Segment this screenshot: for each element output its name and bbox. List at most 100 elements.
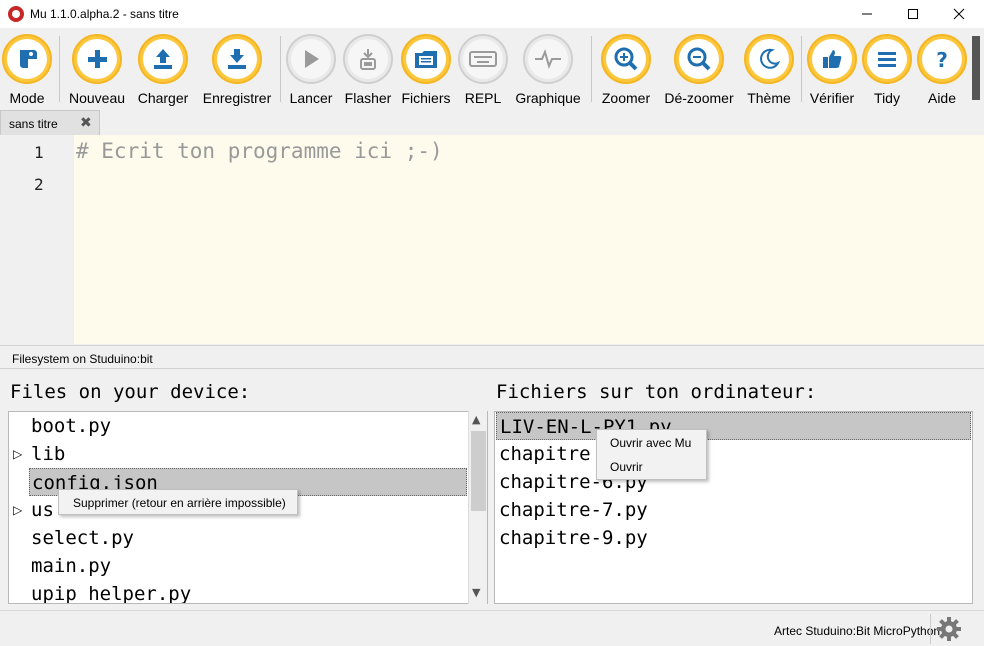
list-item[interactable]: main.py [31, 552, 111, 580]
list-item[interactable]: lib [31, 440, 65, 468]
line-number: 1 [34, 143, 44, 162]
zoom-out-icon [687, 47, 711, 71]
dezoomer-button[interactable]: Dé-zoomer [664, 34, 734, 106]
computer-file-list[interactable]: LIV-EN-L-PY1.py chapitre chapitre-6.py c… [494, 411, 973, 604]
charger-label: Charger [137, 90, 189, 106]
flasher-label: Flasher [344, 90, 392, 106]
moon-icon [760, 48, 781, 69]
file-name: main.py [31, 555, 112, 577]
lancer-label: Lancer [289, 90, 333, 106]
filesystem-pane-header: Filesystem on Studuino:bit [0, 345, 984, 369]
close-icon[interactable]: ✖ [80, 115, 92, 131]
flash-icon [360, 49, 376, 70]
toolbar: Mode Nouveau Charger Enregistrer Lancer … [0, 28, 984, 108]
code-line[interactable]: # Ecrit ton programme ici ;-) [76, 139, 443, 163]
graphique-label: Graphique [515, 90, 581, 106]
file-name: chapitre-9.py [499, 527, 648, 549]
title-bar: Mu 1.1.0.alpha.2 - sans titre [0, 0, 984, 28]
window-title: Mu 1.1.0.alpha.2 - sans titre [30, 7, 179, 21]
verifier-label: Vérifier [809, 90, 855, 106]
nouveau-button[interactable]: Nouveau [66, 34, 128, 106]
zoomer-button[interactable]: Zoomer [600, 34, 652, 106]
computer-context-menu: Ouvrir avec Mu Ouvrir [596, 429, 707, 480]
repl-button[interactable]: REPL [458, 34, 508, 106]
tidy-label: Tidy [874, 90, 900, 106]
scroll-thumb[interactable] [471, 431, 486, 511]
code-editor[interactable]: 1 2 # Ecrit ton programme ici ;-) [0, 135, 984, 344]
graphique-button[interactable]: Graphique [515, 34, 581, 106]
question-icon: ? [936, 48, 948, 71]
open-with-mu-menu-item[interactable]: Ouvrir avec Mu [610, 436, 691, 450]
flasher-button[interactable]: Flasher [343, 34, 393, 106]
enregistrer-button[interactable]: Enregistrer [202, 34, 272, 106]
status-mode-label: Artec Studuino:Bit MicroPython [774, 624, 941, 638]
line-number-gutter: 1 2 [0, 135, 74, 344]
keyboard-icon [469, 51, 497, 67]
file-name: select.py [31, 527, 134, 549]
dezoomer-label: Dé-zoomer [664, 90, 734, 106]
device-files-title: Files on your device: [10, 381, 251, 403]
tidy-lines-icon [878, 52, 896, 67]
tab-bar: sans titre ✖ [0, 110, 984, 135]
close-button[interactable] [936, 0, 982, 28]
aide-button[interactable]: ? Aide [917, 34, 967, 106]
settings-button[interactable] [930, 614, 966, 644]
mode-label: Mode [9, 90, 45, 106]
tidy-button[interactable]: Tidy [862, 34, 912, 106]
tab-sans-titre[interactable]: sans titre ✖ [0, 110, 100, 135]
expand-arrow-icon[interactable]: ▷ [13, 440, 22, 468]
charger-button[interactable]: Charger [137, 34, 189, 106]
device-context-menu: Supprimer (retour en arrière impossible) [58, 489, 298, 515]
list-item[interactable]: us [31, 496, 54, 524]
plus-icon [88, 50, 107, 68]
python-logo-icon [20, 50, 37, 68]
mode-button[interactable]: Mode [2, 34, 52, 106]
filesystem-pane-title: Filesystem on Studuino:bit [12, 352, 153, 366]
minimize-button[interactable] [844, 0, 890, 28]
list-item[interactable]: select.py [31, 524, 134, 552]
svg-text:?: ? [936, 48, 948, 71]
lancer-button[interactable]: Lancer [286, 34, 336, 106]
scroll-down-icon[interactable]: ▼ [472, 586, 480, 599]
zoom-in-icon [614, 47, 638, 71]
upload-icon [154, 49, 172, 69]
scroll-up-icon[interactable]: ▲ [472, 413, 480, 426]
play-icon [305, 50, 319, 68]
list-item[interactable]: upip_helper.py [31, 580, 192, 604]
list-item[interactable]: chapitre-9.py [499, 524, 648, 552]
maximize-button[interactable] [890, 0, 936, 28]
theme-button[interactable]: Thème [744, 34, 794, 106]
expand-arrow-icon[interactable]: ▷ [13, 496, 22, 524]
list-item[interactable]: chapitre-7.py [499, 496, 648, 524]
fichiers-label: Fichiers [401, 90, 451, 106]
list-item-selected[interactable]: LIV-EN-L-PY1.py [496, 412, 971, 440]
list-item[interactable]: boot.py [31, 412, 111, 440]
gear-icon [936, 617, 961, 641]
thumbs-up-icon [823, 50, 842, 68]
line-number: 2 [34, 175, 44, 194]
fichiers-button[interactable]: Fichiers [400, 34, 452, 106]
mu-app-icon [8, 6, 24, 22]
aide-label: Aide [927, 90, 957, 106]
device-list-scrollbar[interactable]: ▲ ▼ [468, 411, 487, 604]
nouveau-label: Nouveau [68, 90, 126, 106]
verifier-button[interactable]: Vérifier [806, 34, 858, 106]
plotter-icon [535, 49, 561, 69]
download-icon [228, 49, 246, 69]
files-icon [415, 51, 437, 68]
minimize-icon [862, 13, 872, 15]
file-name: chapitre-7.py [499, 499, 648, 521]
zoomer-label: Zoomer [601, 90, 651, 106]
delete-menu-item[interactable]: Supprimer (retour en arrière impossible) [73, 496, 286, 510]
close-icon [953, 8, 965, 20]
theme-label: Thème [747, 90, 791, 106]
file-name: upip_helper.py [31, 583, 192, 604]
tab-label: sans titre [9, 117, 58, 131]
computer-files-title: Fichiers sur ton ordinateur: [496, 381, 817, 403]
file-name: chapitre [499, 443, 591, 465]
maximize-icon [908, 9, 918, 19]
open-menu-item[interactable]: Ouvrir [610, 460, 643, 474]
list-item[interactable]: chapitre [499, 440, 591, 468]
toolbar-scroll-handle[interactable] [972, 36, 980, 100]
folder-name: us [31, 499, 54, 521]
